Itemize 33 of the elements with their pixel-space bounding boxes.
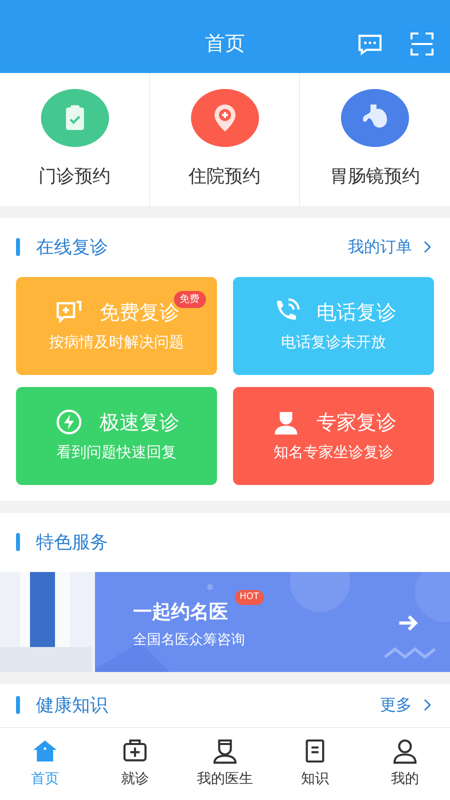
banner-title: 一起约名医 [133, 600, 228, 623]
section-marker [16, 533, 20, 552]
section-title: 在线复诊 [36, 236, 108, 260]
user-icon [391, 737, 419, 766]
card-title: 极速复诊 [100, 410, 180, 434]
card-subtitle: 按病情及时解决问题 [49, 332, 184, 354]
free-tag: 免费 [174, 291, 206, 308]
appointment-tile[interactable]: 胃肠镜预约 [300, 72, 450, 206]
tab-item[interactable]: 知识 [270, 728, 360, 800]
section-marker [16, 696, 20, 714]
scan-icon[interactable] [408, 30, 436, 58]
section-title: 健康知识 [36, 694, 108, 718]
card-subtitle: 看到问题快速回复 [56, 442, 176, 464]
doctor-icon [211, 737, 239, 766]
tab-item[interactable]: 我的 [360, 728, 450, 800]
section-marker [16, 238, 20, 256]
revisit-card[interactable]: 专家复诊 知名专家坐诊复诊 [233, 386, 434, 485]
banner-subtitle: 全国名医众筹咨询 [133, 631, 245, 650]
lightning-icon [54, 407, 84, 438]
appointment-tile[interactable]: 门诊预约 [0, 72, 150, 206]
card-subtitle: 知名专家坐诊复诊 [274, 442, 394, 464]
section-link[interactable]: 我的订单 [348, 235, 434, 260]
promo-banner[interactable]: 一起约名医 HOT 全国名医众筹咨询 [0, 572, 450, 672]
section-link[interactable]: 更多 [380, 693, 434, 718]
page-title: 首页 [205, 30, 245, 57]
tab-item[interactable]: 首页 [0, 728, 90, 800]
section-title: 特色服务 [36, 530, 108, 555]
card-subtitle: 电话复诊未开放 [281, 332, 386, 354]
card-title: 专家复诊 [316, 410, 396, 434]
tab-item[interactable]: 就诊 [90, 728, 180, 800]
card-title: 电话复诊 [316, 300, 396, 324]
appointment-tile[interactable]: 住院预约 [150, 72, 300, 206]
tab-item[interactable]: 我的医生 [180, 728, 270, 800]
